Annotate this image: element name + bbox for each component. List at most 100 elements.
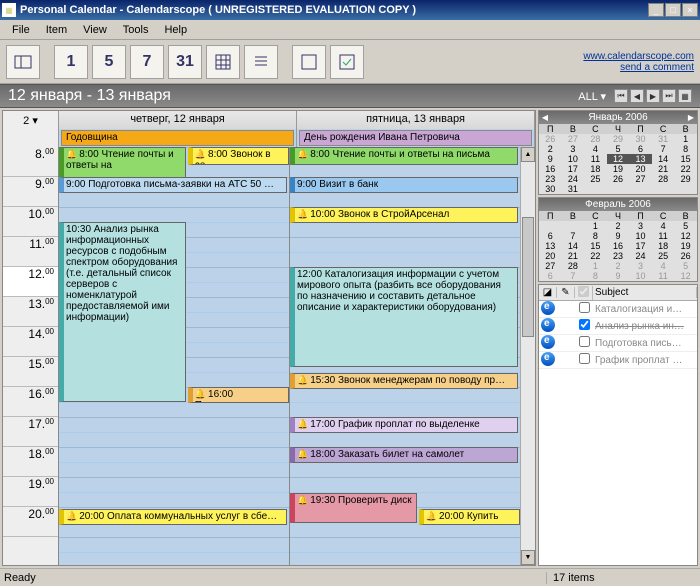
calendar-day[interactable]: 11 xyxy=(652,231,675,241)
time-zoom-selector[interactable]: 2 ▾ xyxy=(3,111,59,129)
calendar-day[interactable] xyxy=(562,221,585,231)
task-row[interactable]: Каталогизация и… xyxy=(539,301,697,318)
calendar-day[interactable]: 22 xyxy=(584,251,607,261)
task-checkbox[interactable] xyxy=(579,319,590,330)
maximize-button[interactable]: □ xyxy=(665,3,681,17)
calendar-day[interactable]: 23 xyxy=(539,174,562,184)
calendar-day[interactable]: 6 xyxy=(539,231,562,241)
minimize-button[interactable]: _ xyxy=(648,3,664,17)
calendar-event[interactable]: 🔔17:00 График проплат по выделенке xyxy=(290,417,518,433)
calendar-day[interactable]: 8 xyxy=(674,144,697,154)
calendar-day[interactable]: 10 xyxy=(629,231,652,241)
col-subject[interactable]: Subject xyxy=(593,287,697,298)
calendar-day[interactable]: 30 xyxy=(539,184,562,194)
day-column-2[interactable]: 🔔8:00 Чтение почты и ответы на письма 9:0… xyxy=(290,147,520,565)
calendar-day[interactable]: 2 xyxy=(607,221,630,231)
task-checkbox[interactable] xyxy=(579,302,590,313)
calendar-day[interactable]: 2 xyxy=(607,261,630,271)
calendar-day[interactable]: 8 xyxy=(584,231,607,241)
menu-view[interactable]: View xyxy=(75,22,115,38)
calendar-event[interactable]: 🔔19:30 Проверить диск xyxy=(290,493,417,523)
calendar-day[interactable]: 3 xyxy=(629,261,652,271)
calendar-day[interactable]: 29 xyxy=(674,174,697,184)
col-done[interactable] xyxy=(575,286,593,300)
calendar-day[interactable]: 24 xyxy=(629,251,652,261)
calendar-event[interactable]: 12:00 Каталогизация информации с учетом … xyxy=(290,267,518,367)
menu-file[interactable]: File xyxy=(4,22,38,38)
calendar-event[interactable]: 🔔16:00 Подписани… xyxy=(188,387,289,403)
site-link[interactable]: www.calendarscope.com xyxy=(583,51,694,62)
calendar-day[interactable]: 7 xyxy=(562,271,585,281)
calendar-day[interactable]: 14 xyxy=(562,241,585,251)
calendar-event[interactable]: 🔔20:00 Оплата коммунальных услуг в сбе… xyxy=(59,509,287,525)
calendar-day[interactable]: 26 xyxy=(674,251,697,261)
calendar-day[interactable]: 8 xyxy=(584,271,607,281)
calendar-day[interactable]: 9 xyxy=(607,271,630,281)
nav-next-button[interactable]: ▶ xyxy=(646,89,660,103)
next-month-button[interactable]: ▶ xyxy=(685,113,697,122)
calendar-day[interactable]: 19 xyxy=(607,164,630,174)
calendar-day[interactable] xyxy=(607,184,630,194)
calendar-day[interactable]: 18 xyxy=(584,164,607,174)
calendar-day[interactable]: 11 xyxy=(584,154,607,164)
calendar-day[interactable]: 1 xyxy=(584,261,607,271)
calendar-day[interactable]: 16 xyxy=(539,164,562,174)
calendar-day[interactable]: 2 xyxy=(539,144,562,154)
calendar-day[interactable] xyxy=(539,221,562,231)
calendar-day[interactable]: 7 xyxy=(562,231,585,241)
calendar-day[interactable]: 13 xyxy=(539,241,562,251)
task-view-button[interactable] xyxy=(330,45,364,79)
calendar-day[interactable]: 3 xyxy=(562,144,585,154)
task-row[interactable]: Анализ рынка ин… xyxy=(539,318,697,335)
calendar-day[interactable]: 11 xyxy=(652,271,675,281)
calendar-day[interactable]: 18 xyxy=(652,241,675,251)
nav-grid-button[interactable]: ▦ xyxy=(678,89,692,103)
calendar-day[interactable]: 31 xyxy=(562,184,585,194)
scroll-thumb[interactable] xyxy=(522,217,534,337)
category-filter[interactable]: ALL ▾ xyxy=(578,90,606,103)
allday-event[interactable]: Годовщина xyxy=(61,130,294,146)
list-view-button[interactable] xyxy=(244,45,278,79)
calendar-day[interactable]: 20 xyxy=(629,164,652,174)
prev-month-button[interactable]: ◀ xyxy=(539,113,551,122)
comment-link[interactable]: send a comment xyxy=(583,62,694,73)
calendar-day[interactable]: 1 xyxy=(674,134,697,144)
calendar-day[interactable]: 19 xyxy=(674,241,697,251)
task-checkbox[interactable] xyxy=(579,336,590,347)
task-row[interactable]: Подготовка пись… xyxy=(539,335,697,352)
calendar-day[interactable]: 26 xyxy=(607,174,630,184)
calendar-day[interactable]: 5 xyxy=(674,221,697,231)
calendar-event[interactable]: 9:00 Подготовка письма-заявки на АТС 50 … xyxy=(59,177,287,193)
calendar-event[interactable]: 9:00 Визит в банк xyxy=(290,177,518,193)
calendar-day[interactable]: 4 xyxy=(652,261,675,271)
view-7day-button[interactable]: 7 xyxy=(130,45,164,79)
col-attach[interactable]: ✎ xyxy=(557,287,575,298)
calendar-day[interactable]: 24 xyxy=(562,174,585,184)
nav-first-button[interactable]: ⏮ xyxy=(614,89,628,103)
calendar-day[interactable]: 28 xyxy=(584,134,607,144)
calendar-day[interactable]: 10 xyxy=(562,154,585,164)
calendar-day[interactable]: 28 xyxy=(562,261,585,271)
calendar-day[interactable]: 6 xyxy=(539,271,562,281)
calendar-day[interactable]: 26 xyxy=(539,134,562,144)
calendar-day[interactable] xyxy=(629,184,652,194)
calendar-day[interactable]: 16 xyxy=(607,241,630,251)
calendar-day[interactable]: 12 xyxy=(607,154,630,164)
calendar-day[interactable]: 15 xyxy=(674,154,697,164)
calendar-day[interactable]: 28 xyxy=(652,174,675,184)
calendar-day[interactable]: 6 xyxy=(629,144,652,154)
calendar-day[interactable]: 15 xyxy=(584,241,607,251)
blank-view-button[interactable] xyxy=(292,45,326,79)
scrollbar-vertical[interactable]: ▲ ▼ xyxy=(520,147,535,565)
calendar-day[interactable]: 14 xyxy=(652,154,675,164)
calendar-day[interactable]: 12 xyxy=(674,271,697,281)
calendar-day[interactable] xyxy=(584,184,607,194)
day-column-1[interactable]: 🔔8:00 Чтение почты и ответы на🔔8:00 Звон… xyxy=(59,147,290,565)
calendar-day[interactable]: 27 xyxy=(629,174,652,184)
calendar-day[interactable]: 17 xyxy=(562,164,585,174)
calendar-event[interactable]: 🔔8:00 Чтение почты и ответы на письма xyxy=(290,147,518,165)
calendar-day[interactable]: 12 xyxy=(674,231,697,241)
calendar-day[interactable]: 25 xyxy=(652,251,675,261)
menu-tools[interactable]: Tools xyxy=(115,22,157,38)
calendar-day[interactable]: 27 xyxy=(539,261,562,271)
